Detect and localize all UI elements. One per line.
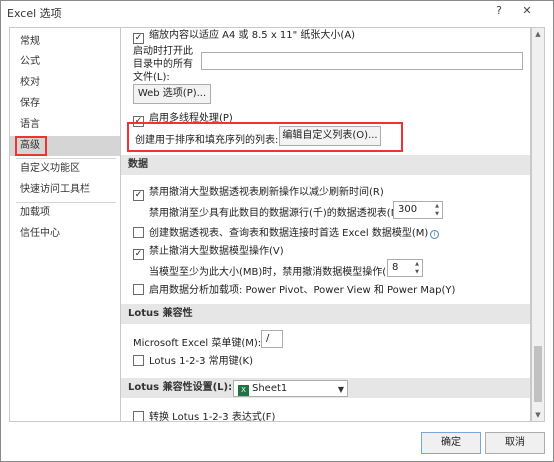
disable-undo-model-size-label: 当模型至少为此大小(MB)时，禁用撤消数据模型操作(L):	[149, 267, 400, 278]
lotus-sheet-dropdown[interactable]: X Sheet1 ▼	[233, 380, 348, 397]
prefer-data-model-checkbox[interactable]	[133, 227, 144, 238]
excel-options-dialog: Excel 选项 ? ✕ 常规 公式 校对 保存 语言 高级 自定义功能区 快速…	[0, 0, 554, 462]
disable-undo-pivot-checkbox[interactable]: ✓	[133, 190, 144, 201]
chevron-down-icon[interactable]: ▼	[338, 382, 344, 397]
menu-key-label: Microsoft Excel 菜单键(M):	[133, 338, 262, 349]
advanced-options-panel: ✓ 缩放内容以适应 A4 或 8.5 x 11" 纸张大小(A) 启动时打开此 目…	[121, 27, 531, 422]
disable-undo-model-size-value: 8	[392, 262, 399, 273]
scroll-thumb[interactable]	[534, 346, 542, 402]
scale-a4-label: 缩放内容以适应 A4 或 8.5 x 11" 纸张大小(A)	[149, 30, 356, 41]
lotus-sheet-value: Sheet1	[252, 383, 288, 394]
sidebar-item-save[interactable]: 保存	[10, 94, 120, 114]
prefer-data-model-option[interactable]: 创建数据透视表、查询表和数据连接时首选 Excel 数据模型(M) i	[133, 224, 440, 239]
sidebar-item-customize-ribbon[interactable]: 自定义功能区	[10, 159, 120, 179]
disable-undo-pivot-rows-label: 禁用撤消至少具有此数目的数据源行(千)的数据透视表(N):	[149, 208, 406, 219]
prefer-data-model-label: 创建数据透视表、查询表和数据连接时首选 Excel 数据模型(M)	[149, 228, 429, 239]
highlight-box-custom-lists	[127, 122, 403, 152]
close-icon[interactable]: ✕	[517, 3, 537, 19]
window-title: Excel 选项	[7, 7, 62, 20]
sidebar-item-language[interactable]: 语言	[10, 115, 120, 135]
transition-formula-checkbox[interactable]	[133, 411, 144, 421]
startup-folder-input[interactable]	[201, 52, 523, 70]
menu-key-input[interactable]: /	[261, 330, 283, 348]
sidebar-item-formulas[interactable]: 公式	[10, 52, 120, 72]
stepper-arrows-icon[interactable]: ▲ ▼	[412, 260, 422, 276]
info-icon: i	[430, 230, 440, 239]
startup-folder-label-3: 文件(L):	[133, 72, 170, 83]
highlight-box-advanced	[15, 136, 47, 156]
lotus-nav-keys-option[interactable]: Lotus 1-2-3 常用键(K)	[133, 352, 253, 367]
ok-button[interactable]: 确定	[421, 432, 481, 454]
section-header-data: 数据	[121, 155, 530, 175]
disable-undo-model-checkbox[interactable]: ✓	[133, 249, 144, 260]
cancel-button[interactable]: 取消	[485, 432, 545, 454]
content-scrollbar[interactable]: ▲ ▼	[531, 27, 545, 422]
web-options-button[interactable]: Web 选项(P)...	[133, 84, 211, 104]
sidebar-item-trust-center[interactable]: 信任中心	[10, 224, 120, 244]
disable-undo-pivot-rows-value: 300	[398, 204, 418, 215]
lotus-nav-keys-label: Lotus 1-2-3 常用键(K)	[149, 356, 254, 367]
disable-undo-pivot-label: 禁用撤消大型数据透视表刷新操作以减少刷新时间(R)	[149, 187, 384, 198]
scroll-down-icon[interactable]: ▼	[532, 409, 544, 421]
scroll-up-icon[interactable]: ▲	[532, 28, 544, 40]
sheet-icon: X	[238, 385, 249, 396]
disable-undo-model-option[interactable]: ✓ 禁止撤消大型数据模型操作(V)	[133, 242, 284, 260]
title-bar: Excel 选项 ? ✕	[1, 1, 553, 23]
sidebar-item-addins[interactable]: 加载项	[10, 203, 120, 223]
transition-formula-label: 转换 Lotus 1-2-3 表达式(F)	[149, 412, 276, 422]
lotus-settings-label: Lotus 兼容性设置(L):	[128, 382, 233, 393]
disable-undo-pivot-rows-stepper[interactable]: 300 ▲ ▼	[393, 201, 443, 219]
enable-addins-option[interactable]: 启用数据分析加载项: Power Pivot、Power View 和 Powe…	[133, 281, 455, 296]
enable-addins-label: 启用数据分析加载项: Power Pivot、Power View 和 Powe…	[149, 285, 456, 296]
enable-addins-checkbox[interactable]	[133, 284, 144, 295]
disable-undo-pivot-option[interactable]: ✓ 禁用撤消大型数据透视表刷新操作以减少刷新时间(R)	[133, 183, 384, 201]
disable-undo-model-size-stepper[interactable]: 8 ▲ ▼	[387, 259, 423, 277]
help-icon[interactable]: ?	[489, 3, 509, 19]
section-header-lotus: Lotus 兼容性	[121, 304, 530, 324]
sidebar-item-proofing[interactable]: 校对	[10, 73, 120, 93]
sidebar-item-quick-access-toolbar[interactable]: 快速访问工具栏	[10, 180, 120, 200]
options-sidebar: 常规 公式 校对 保存 语言 高级 自定义功能区 快速访问工具栏 加载项 信任中…	[9, 27, 121, 422]
stepper-arrows-icon[interactable]: ▲ ▼	[432, 202, 442, 218]
disable-undo-model-label: 禁止撤消大型数据模型操作(V)	[149, 246, 284, 257]
lotus-nav-keys-checkbox[interactable]	[133, 355, 144, 366]
transition-formula-option[interactable]: 转换 Lotus 1-2-3 表达式(F)	[133, 408, 276, 422]
sidebar-item-general[interactable]: 常规	[10, 32, 120, 52]
